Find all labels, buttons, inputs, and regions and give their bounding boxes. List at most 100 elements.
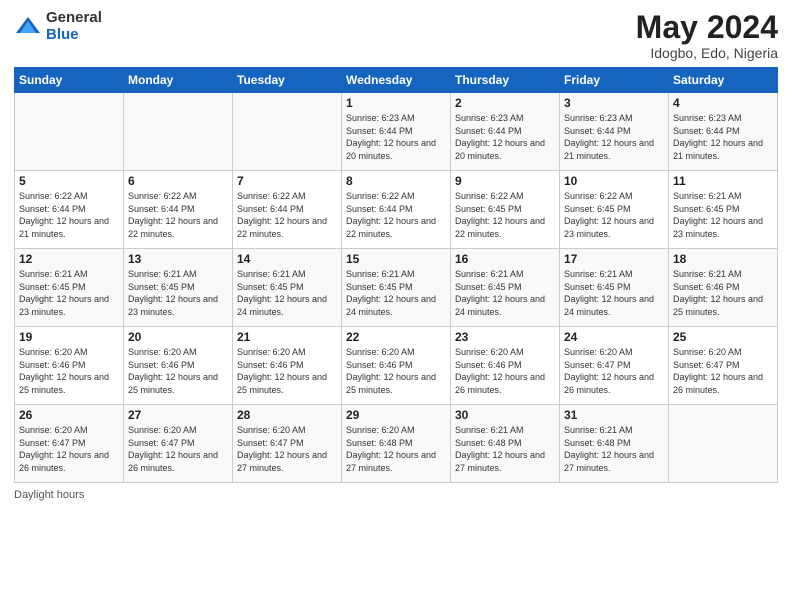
day-number: 12: [19, 252, 119, 266]
day-number: 26: [19, 408, 119, 422]
calendar-cell: 4 Sunrise: 6:23 AM Sunset: 6:44 PM Daylig…: [669, 93, 778, 171]
calendar-cell: 28 Sunrise: 6:20 AM Sunset: 6:47 PM Dayli…: [233, 405, 342, 483]
calendar-cell: [124, 93, 233, 171]
calendar-cell: 16Sunrise: 6:21 AM Sunset: 6:45 PM Dayli…: [451, 249, 560, 327]
calendar-cell: 29 Sunrise: 6:20 AM Sunset: 6:48 PM Dayli…: [342, 405, 451, 483]
day-number: 6: [128, 174, 228, 188]
calendar-row: 1 Sunrise: 6:23 AM Sunset: 6:44 PM Daylig…: [15, 93, 778, 171]
day-number: 7: [237, 174, 337, 188]
cell-info: Sunrise: 6:20 AM Sunset: 6:46 PM Dayligh…: [237, 346, 337, 396]
cell-info: Sunrise: 6:21 AM Sunset: 6:45 PM Dayligh…: [128, 268, 228, 318]
calendar-cell: 20 Sunrise: 6:20 AM Sunset: 6:46 PM Dayli…: [124, 327, 233, 405]
calendar-cell: [669, 405, 778, 483]
cell-info: Sunrise: 6:22 AM Sunset: 6:44 PM Dayligh…: [237, 190, 337, 240]
page: General Blue May 2024 Idogbo, Edo, Niger…: [0, 0, 792, 612]
day-number: 20: [128, 330, 228, 344]
calendar-cell: 1 Sunrise: 6:23 AM Sunset: 6:44 PM Daylig…: [342, 93, 451, 171]
cell-info: Sunrise: 6:20 AM Sunset: 6:46 PM Dayligh…: [19, 346, 119, 396]
day-number: 18: [673, 252, 773, 266]
cell-info: Sunrise: 6:21 AM Sunset: 6:45 PM Dayligh…: [673, 190, 773, 240]
cell-info: Sunrise: 6:23 AM Sunset: 6:44 PM Dayligh…: [346, 112, 446, 162]
day-number: 28: [237, 408, 337, 422]
day-number: 22: [346, 330, 446, 344]
day-number: 30: [455, 408, 555, 422]
calendar-row: 5 Sunrise: 6:22 AM Sunset: 6:44 PM Daylig…: [15, 171, 778, 249]
logo: General Blue: [14, 10, 102, 43]
header-row: SundayMondayTuesdayWednesdayThursdayFrid…: [15, 68, 778, 93]
cell-info: Sunrise: 6:20 AM Sunset: 6:47 PM Dayligh…: [237, 424, 337, 474]
cell-info: Sunrise: 6:20 AM Sunset: 6:47 PM Dayligh…: [19, 424, 119, 474]
cell-info: Sunrise: 6:20 AM Sunset: 6:48 PM Dayligh…: [346, 424, 446, 474]
calendar-cell: 21Sunrise: 6:20 AM Sunset: 6:46 PM Dayli…: [233, 327, 342, 405]
day-number: 27: [128, 408, 228, 422]
logo-blue: Blue: [46, 27, 102, 44]
footer: Daylight hours: [14, 489, 778, 501]
calendar-cell: 10Sunrise: 6:22 AM Sunset: 6:45 PM Dayli…: [560, 171, 669, 249]
title-area: May 2024 Idogbo, Edo, Nigeria: [636, 10, 778, 61]
day-number: 5: [19, 174, 119, 188]
calendar-body: 1 Sunrise: 6:23 AM Sunset: 6:44 PM Daylig…: [15, 93, 778, 483]
cell-info: Sunrise: 6:20 AM Sunset: 6:46 PM Dayligh…: [128, 346, 228, 396]
day-number: 17: [564, 252, 664, 266]
calendar-cell: 2 Sunrise: 6:23 AM Sunset: 6:44 PM Daylig…: [451, 93, 560, 171]
cell-info: Sunrise: 6:22 AM Sunset: 6:44 PM Dayligh…: [128, 190, 228, 240]
cell-info: Sunrise: 6:21 AM Sunset: 6:45 PM Dayligh…: [455, 268, 555, 318]
cell-info: Sunrise: 6:21 AM Sunset: 6:45 PM Dayligh…: [346, 268, 446, 318]
day-number: 14: [237, 252, 337, 266]
cell-info: Sunrise: 6:23 AM Sunset: 6:44 PM Dayligh…: [673, 112, 773, 162]
cell-info: Sunrise: 6:22 AM Sunset: 6:44 PM Dayligh…: [19, 190, 119, 240]
cell-info: Sunrise: 6:23 AM Sunset: 6:44 PM Dayligh…: [455, 112, 555, 162]
day-number: 2: [455, 96, 555, 110]
calendar-cell: 12 Sunrise: 6:21 AM Sunset: 6:45 PM Dayli…: [15, 249, 124, 327]
day-number: 4: [673, 96, 773, 110]
calendar-cell: 3 Sunrise: 6:23 AM Sunset: 6:44 PM Daylig…: [560, 93, 669, 171]
cell-info: Sunrise: 6:22 AM Sunset: 6:45 PM Dayligh…: [564, 190, 664, 240]
calendar-cell: 5 Sunrise: 6:22 AM Sunset: 6:44 PM Daylig…: [15, 171, 124, 249]
day-number: 31: [564, 408, 664, 422]
calendar-cell: 6 Sunrise: 6:22 AM Sunset: 6:44 PM Daylig…: [124, 171, 233, 249]
day-number: 24: [564, 330, 664, 344]
calendar-cell: 11 Sunrise: 6:21 AM Sunset: 6:45 PM Dayli…: [669, 171, 778, 249]
day-number: 29: [346, 408, 446, 422]
cell-info: Sunrise: 6:22 AM Sunset: 6:45 PM Dayligh…: [455, 190, 555, 240]
day-number: 15: [346, 252, 446, 266]
calendar-cell: 9 Sunrise: 6:22 AM Sunset: 6:45 PM Daylig…: [451, 171, 560, 249]
calendar-cell: 19Sunrise: 6:20 AM Sunset: 6:46 PM Dayli…: [15, 327, 124, 405]
cell-info: Sunrise: 6:21 AM Sunset: 6:46 PM Dayligh…: [673, 268, 773, 318]
calendar-header: SundayMondayTuesdayWednesdayThursdayFrid…: [15, 68, 778, 93]
calendar-table: SundayMondayTuesdayWednesdayThursdayFrid…: [14, 67, 778, 483]
cell-info: Sunrise: 6:21 AM Sunset: 6:45 PM Dayligh…: [19, 268, 119, 318]
day-number: 25: [673, 330, 773, 344]
cell-info: Sunrise: 6:20 AM Sunset: 6:46 PM Dayligh…: [346, 346, 446, 396]
cell-info: Sunrise: 6:22 AM Sunset: 6:44 PM Dayligh…: [346, 190, 446, 240]
cell-info: Sunrise: 6:20 AM Sunset: 6:47 PM Dayligh…: [128, 424, 228, 474]
logo-text: General Blue: [46, 10, 102, 43]
cell-info: Sunrise: 6:20 AM Sunset: 6:47 PM Dayligh…: [564, 346, 664, 396]
calendar-cell: 17 Sunrise: 6:21 AM Sunset: 6:45 PM Dayli…: [560, 249, 669, 327]
header-cell: Saturday: [669, 68, 778, 93]
logo-general: General: [46, 10, 102, 27]
cell-info: Sunrise: 6:21 AM Sunset: 6:45 PM Dayligh…: [564, 268, 664, 318]
cell-info: Sunrise: 6:21 AM Sunset: 6:45 PM Dayligh…: [237, 268, 337, 318]
calendar-cell: 14 Sunrise: 6:21 AM Sunset: 6:45 PM Dayli…: [233, 249, 342, 327]
day-number: 9: [455, 174, 555, 188]
cell-info: Sunrise: 6:23 AM Sunset: 6:44 PM Dayligh…: [564, 112, 664, 162]
header-cell: Tuesday: [233, 68, 342, 93]
calendar-cell: 27 Sunrise: 6:20 AM Sunset: 6:47 PM Dayli…: [124, 405, 233, 483]
calendar-cell: 30Sunrise: 6:21 AM Sunset: 6:48 PM Dayli…: [451, 405, 560, 483]
header-cell: Sunday: [15, 68, 124, 93]
calendar-cell: 18 Sunrise: 6:21 AM Sunset: 6:46 PM Dayli…: [669, 249, 778, 327]
day-number: 1: [346, 96, 446, 110]
cell-info: Sunrise: 6:21 AM Sunset: 6:48 PM Dayligh…: [564, 424, 664, 474]
calendar-cell: 7 Sunrise: 6:22 AM Sunset: 6:44 PM Daylig…: [233, 171, 342, 249]
day-number: 11: [673, 174, 773, 188]
calendar-cell: 26 Sunrise: 6:20 AM Sunset: 6:47 PM Dayli…: [15, 405, 124, 483]
calendar-cell: 13Sunrise: 6:21 AM Sunset: 6:45 PM Dayli…: [124, 249, 233, 327]
header: General Blue May 2024 Idogbo, Edo, Niger…: [14, 10, 778, 61]
calendar-cell: 8Sunrise: 6:22 AM Sunset: 6:44 PM Daylig…: [342, 171, 451, 249]
cell-info: Sunrise: 6:20 AM Sunset: 6:47 PM Dayligh…: [673, 346, 773, 396]
day-number: 3: [564, 96, 664, 110]
calendar-row: 26 Sunrise: 6:20 AM Sunset: 6:47 PM Dayli…: [15, 405, 778, 483]
month-title: May 2024: [636, 10, 778, 45]
cell-info: Sunrise: 6:20 AM Sunset: 6:46 PM Dayligh…: [455, 346, 555, 396]
